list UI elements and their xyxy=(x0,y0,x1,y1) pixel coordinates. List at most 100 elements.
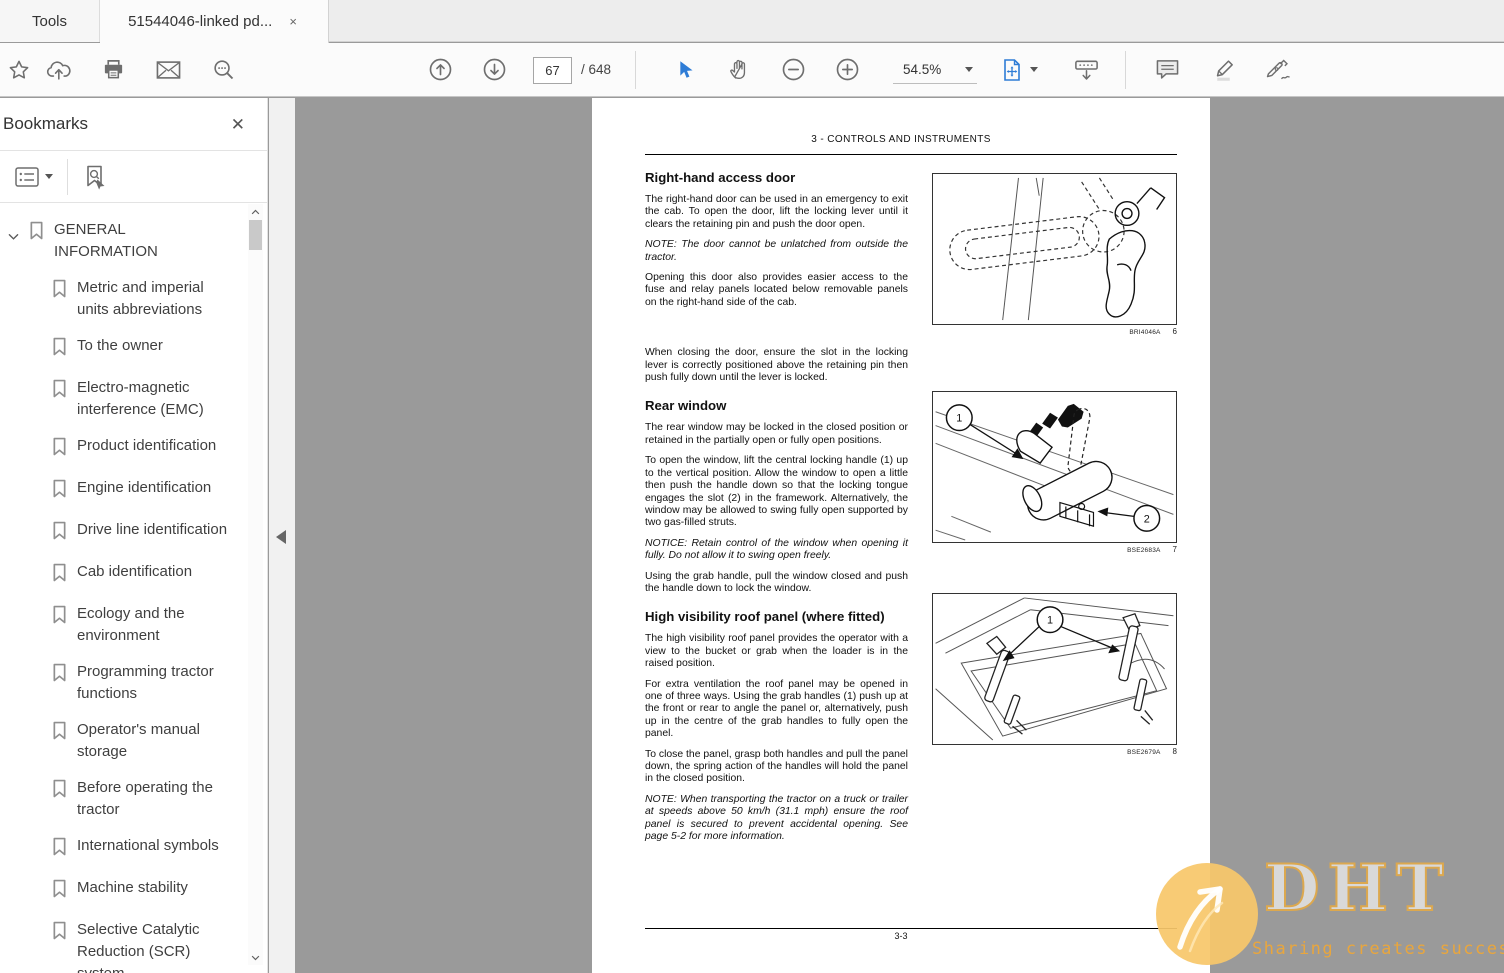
bookmark-icon xyxy=(29,221,45,247)
figure-code: BSE2679A xyxy=(1127,749,1161,756)
column-gap xyxy=(645,317,908,347)
figure-code: BSE2683A xyxy=(1127,547,1161,554)
bookmark-item[interactable]: Selective Catalytic Reduction (SCR) syst… xyxy=(46,912,250,973)
comment-icon[interactable] xyxy=(1149,52,1185,88)
note-paragraph: NOTE: The door cannot be unlatched from … xyxy=(645,239,908,263)
bookmark-label: Ecology and the environment xyxy=(77,605,185,644)
paragraph: Using the grab handle, pull the window c… xyxy=(645,570,908,594)
bookmark-item[interactable]: Operator's manual storage xyxy=(46,712,250,770)
paragraph: The rear window may be locked in the clo… xyxy=(645,422,908,446)
chevron-down-icon xyxy=(1030,67,1038,72)
scroll-up-icon[interactable] xyxy=(248,204,263,219)
collapse-panel-icon[interactable] xyxy=(276,530,286,544)
email-icon[interactable] xyxy=(150,52,186,88)
bookmark-icon xyxy=(52,605,68,631)
fit-page-button[interactable] xyxy=(1000,58,1038,82)
bookmark-item[interactable]: Before operating the tractor xyxy=(46,770,250,828)
bookmark-icon xyxy=(52,563,68,589)
figure-caption: BSE2679A 8 xyxy=(932,747,1177,756)
scroll-down-icon[interactable] xyxy=(248,950,263,965)
paragraph: The high visibility roof panel provides … xyxy=(645,633,908,670)
note-paragraph: NOTE: When transporting the tractor on a… xyxy=(645,793,908,843)
bookmark-icon xyxy=(52,921,68,947)
page-number-input[interactable] xyxy=(533,57,572,84)
page-running-header: 3 - CONTROLS AND INSTRUMENTS xyxy=(811,134,991,145)
bookmark-label: GENERAL INFORMATION xyxy=(54,221,158,260)
panel-divider xyxy=(67,158,68,195)
bookmark-item[interactable]: Ecology and the environment xyxy=(46,596,250,654)
bookmark-item[interactable]: Metric and imperial units abbreviations xyxy=(46,270,250,328)
bookmark-label: Cab identification xyxy=(77,563,193,580)
scrollbar-thumb[interactable] xyxy=(249,220,262,250)
figure-code: BRI4046A xyxy=(1129,329,1161,336)
bookmark-item[interactable]: Product identification xyxy=(46,428,250,470)
zoom-in-icon[interactable] xyxy=(829,52,865,88)
zoom-level-select[interactable]: 54.5% xyxy=(893,56,977,84)
chevron-down-icon[interactable] xyxy=(8,226,20,248)
tab-document[interactable]: 51544046-linked pd... × xyxy=(100,0,329,43)
bookmarks-toolbar xyxy=(0,151,267,203)
bookmarks-panel: Bookmarks ✕ GENERAL INFORMATION Metric a… xyxy=(0,98,268,973)
bookmark-icon xyxy=(52,721,68,747)
callout-1: 1 xyxy=(956,413,962,425)
select-tool-icon[interactable] xyxy=(666,52,702,88)
bookmark-icon xyxy=(52,479,68,505)
close-panel-icon[interactable]: ✕ xyxy=(231,116,245,133)
bookmark-icon xyxy=(52,837,68,863)
toolbar-divider xyxy=(1125,51,1126,89)
figure-caption: BSE2683A 7 xyxy=(932,545,1177,554)
bookmark-label: Machine stability xyxy=(77,879,188,896)
bookmark-label: Engine identification xyxy=(77,479,212,496)
bookmark-item[interactable]: Machine stability xyxy=(46,870,250,912)
highlight-icon[interactable] xyxy=(1205,52,1241,88)
toolbar-divider xyxy=(635,51,636,89)
bookmark-item[interactable]: Engine identification xyxy=(46,470,250,512)
chevron-down-icon xyxy=(45,174,53,179)
bookmarks-scrollbar[interactable] xyxy=(248,204,263,965)
tab-document-label: 51544046-linked pd... xyxy=(128,13,273,30)
collapse-toolbar-icon[interactable] xyxy=(1068,52,1104,88)
bookmark-item[interactable]: Cab identification xyxy=(46,554,250,596)
section-heading: Right-hand access door xyxy=(645,170,796,185)
bookmark-item[interactable]: Programming tractor functions xyxy=(46,654,250,712)
save-to-cloud-icon[interactable] xyxy=(41,52,77,88)
tab-tools[interactable]: Tools xyxy=(0,0,100,42)
paragraph: To open the window, lift the central loc… xyxy=(645,455,908,529)
page-total-label: / 648 xyxy=(581,62,612,77)
panel-edge xyxy=(269,98,295,973)
bookmarks-title: Bookmarks xyxy=(3,114,89,133)
bookmark-item[interactable]: International symbols xyxy=(46,828,250,870)
bookmark-options-button[interactable] xyxy=(6,162,61,192)
bookmark-icon xyxy=(52,379,68,405)
document-canvas[interactable]: 3 - CONTROLS AND INSTRUMENTS Right-hand … xyxy=(295,98,1504,973)
figure-number: 7 xyxy=(1172,545,1177,554)
sign-icon[interactable] xyxy=(1260,52,1296,88)
footer-rule xyxy=(645,928,1177,929)
close-tab-icon[interactable]: × xyxy=(286,13,300,30)
hand-tool-icon[interactable] xyxy=(720,52,756,88)
bookmark-label: Programming tractor functions xyxy=(77,663,214,702)
next-page-icon[interactable] xyxy=(476,52,512,88)
search-icon[interactable] xyxy=(205,52,241,88)
bookmark-item[interactable]: Drive line identification xyxy=(46,512,250,554)
callout-2: 2 xyxy=(1144,513,1150,525)
bookmark-item[interactable]: To the owner xyxy=(46,328,250,370)
paragraph: For extra ventilation the roof panel may… xyxy=(645,678,908,740)
previous-page-icon[interactable] xyxy=(422,52,458,88)
figure-roof-panel: 1 BSE2679A 8 xyxy=(932,593,1177,756)
find-current-bookmark-button[interactable] xyxy=(74,160,116,194)
bookmarks-header: Bookmarks ✕ xyxy=(0,98,267,151)
favorites-star-icon[interactable] xyxy=(1,52,37,88)
page-text-column: Right-hand access door The right-hand do… xyxy=(645,170,908,851)
zoom-out-icon[interactable] xyxy=(775,52,811,88)
paragraph: To close the panel, grasp both handles a… xyxy=(645,748,908,785)
callout-1: 1 xyxy=(1047,615,1053,627)
bookmark-label: To the owner xyxy=(77,337,163,354)
bookmark-icon xyxy=(52,663,68,689)
print-icon[interactable] xyxy=(95,52,131,88)
bookmark-icon xyxy=(52,779,68,805)
bookmark-item[interactable]: Electro-magnetic interference (EMC) xyxy=(46,370,250,428)
bookmark-item[interactable]: GENERAL INFORMATION xyxy=(2,212,250,270)
bookmark-label: Operator's manual storage xyxy=(77,721,200,760)
bookmark-icon xyxy=(52,521,68,547)
